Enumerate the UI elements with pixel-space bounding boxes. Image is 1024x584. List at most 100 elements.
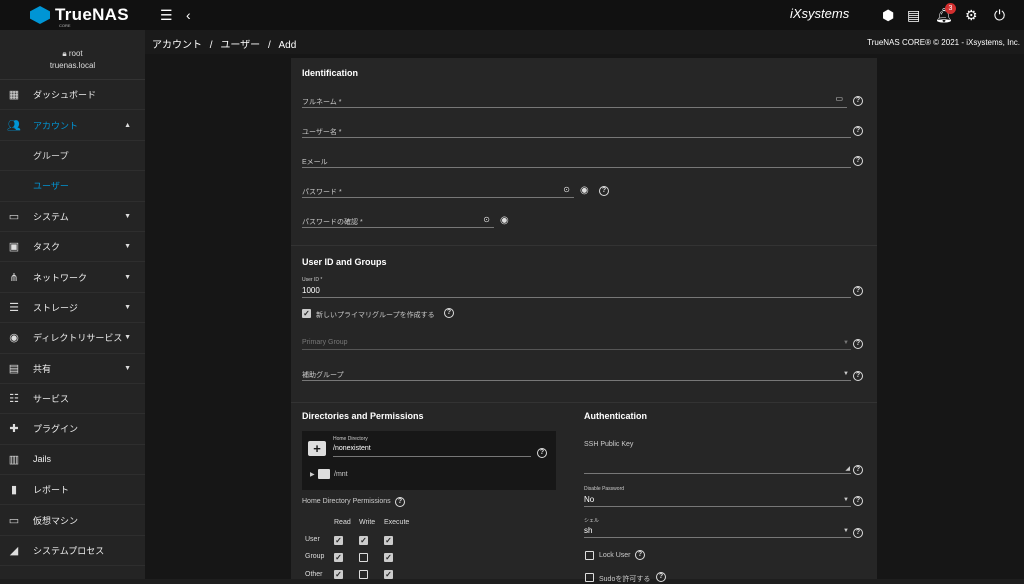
visibility-off-icon[interactable]: ◉ (580, 185, 589, 196)
sidebar-item[interactable]: グループ (0, 141, 145, 172)
aux-groups-help-icon[interactable]: ? (853, 371, 863, 381)
folder-add-icon[interactable]: + (308, 441, 326, 456)
permissions-help-icon[interactable]: ? (395, 497, 405, 507)
directory-icon: ◉ (9, 332, 19, 345)
disable-password-help-icon[interactable]: ? (853, 496, 863, 506)
user-execute-checkbox[interactable]: ✓ (384, 536, 393, 545)
primary-group-select[interactable]: Primary Group ▼ (302, 336, 851, 350)
key-icon: ⊙ (483, 215, 490, 224)
visibility-off-icon[interactable]: ◉ (500, 215, 509, 226)
tune-icon: ☷ (9, 393, 19, 406)
ixsystems-logo[interactable]: iXsystems (790, 6, 849, 21)
sidebar-item[interactable]: ✚ プラグイン (0, 414, 145, 445)
uid-help-icon[interactable]: ? (853, 286, 863, 296)
notification-count-badge: 3 (945, 3, 956, 14)
shell-select[interactable]: sh ▼ (584, 524, 851, 538)
other-execute-checkbox[interactable]: ✓ (384, 570, 393, 579)
sidebar-item[interactable]: ▦ ダッシュボード (0, 80, 145, 111)
uid-label: User ID * (302, 277, 323, 283)
primary-group-help-icon[interactable]: ? (853, 339, 863, 349)
truenas-logo[interactable]: TrueNAS CORE (30, 5, 129, 28)
sidebar-item[interactable]: ▭ システム ▼ (0, 202, 145, 232)
menu-icon[interactable]: ☰ (160, 6, 173, 24)
sidebar-item[interactable]: ⋔ ネットワーク ▼ (0, 262, 145, 293)
lock-user-help-icon[interactable]: ? (635, 550, 645, 560)
sidebar-item[interactable]: ▣ タスク ▼ (0, 232, 145, 263)
sidebar-item[interactable]: ▥ Jails (0, 445, 145, 476)
email-field[interactable]: Eメール (302, 154, 851, 168)
sudo-help-icon[interactable]: ? (656, 572, 666, 582)
sidebar-item[interactable]: ☰ ストレージ ▼ (0, 293, 145, 324)
uid-field[interactable]: 1000 (302, 284, 851, 298)
col-execute: Execute (384, 519, 410, 526)
lock-user-label: Lock User (599, 552, 631, 559)
shell-help-icon[interactable]: ? (853, 528, 863, 538)
group-read-checkbox[interactable]: ✓ (334, 553, 343, 562)
sidebar-item[interactable]: ユーザー (0, 171, 145, 202)
create-group-label: 新しいプライマリグループを作成する (316, 312, 435, 319)
email-label: Eメール (302, 159, 328, 166)
resize-handle-icon[interactable]: ◢ (845, 465, 850, 472)
fullname-help-icon[interactable]: ? (853, 96, 863, 106)
user-info: 🔒︎ root truenas.local (0, 30, 145, 80)
breadcrumb-accounts[interactable]: アカウント (152, 40, 202, 51)
create-group-help-icon[interactable]: ? (444, 308, 454, 318)
sidebar-item[interactable]: ▭ 仮想マシン (0, 505, 145, 536)
password-help-icon[interactable]: ? (599, 186, 609, 196)
breadcrumb-add: Add (278, 40, 297, 51)
section-divider (291, 402, 877, 403)
power-icon[interactable]: ⏻ (994, 6, 1005, 24)
password-confirm-label: パスワードの確認 * (302, 219, 363, 226)
puzzle-icon: ✚ (9, 423, 19, 436)
sudo-checkbox[interactable] (585, 573, 594, 582)
user-write-checkbox[interactable]: ✓ (359, 536, 368, 545)
aux-groups-select[interactable]: 補助グループ ▼ (302, 367, 851, 381)
sidebar-item-label: サービス (33, 394, 70, 405)
truecommand-icon[interactable]: ⬢ (882, 6, 894, 24)
chevron-down-icon: ▼ (124, 303, 131, 311)
password-field[interactable]: パスワード * ⊙ (302, 184, 574, 198)
sidebar-item[interactable]: 👥︎ アカウント ▲ (0, 110, 145, 141)
sidebar-item[interactable]: ▤ 共有 ▼ (0, 354, 145, 384)
breadcrumb-users[interactable]: ユーザー (220, 40, 260, 51)
ssh-key-textarea[interactable]: ◢ (584, 460, 851, 474)
storage-icon: ☰ (9, 301, 19, 314)
sidebar-item-label: レポート (33, 485, 70, 496)
network-icon: ⋔ (9, 271, 19, 284)
sidebar-item-label: ユーザー (33, 181, 69, 192)
sidebar-item[interactable]: ◢ システムプロセス (0, 536, 145, 567)
back-chevron-icon[interactable]: ‹ (186, 6, 191, 24)
group-write-checkbox[interactable] (359, 553, 368, 562)
sidebar-item[interactable]: ☷ サービス (0, 384, 145, 415)
user-read-checkbox[interactable]: ✓ (334, 536, 343, 545)
chevron-down-icon: ▼ (124, 334, 131, 342)
password-confirm-field[interactable]: パスワードの確認 * ⊙ (302, 214, 494, 228)
settings-gear-icon[interactable]: ⚙ (965, 6, 978, 24)
other-read-checkbox[interactable]: ✓ (334, 570, 343, 579)
create-group-checkbox[interactable]: ✓ (302, 309, 311, 318)
row-group: Group (305, 553, 325, 560)
tree-item-mnt[interactable]: /mnt (334, 471, 348, 478)
dropdown-arrow-icon: ▼ (843, 528, 849, 534)
lock-user-checkbox[interactable] (585, 551, 594, 560)
username-help-icon[interactable]: ? (853, 126, 863, 136)
sidebar-item[interactable]: ▮ レポート (0, 475, 145, 506)
home-directory-help-icon[interactable]: ? (537, 448, 547, 458)
dropdown-arrow-icon: ▼ (843, 340, 849, 346)
col-write: Write (359, 519, 376, 526)
fullname-field[interactable]: フルネーム * ▭ (302, 94, 847, 108)
expand-arrow-icon[interactable]: ▶ (310, 471, 315, 478)
col-read: Read (334, 519, 351, 526)
dropdown-arrow-icon: ▼ (843, 371, 849, 377)
home-directory-field[interactable]: /nonexistent (333, 443, 531, 457)
ssh-key-help-icon[interactable]: ? (853, 465, 863, 475)
copyright-text: TrueNAS CORE® © 2021 - iXsystems, Inc. (867, 38, 1020, 47)
disable-password-select[interactable]: No ▼ (584, 493, 851, 507)
other-write-checkbox[interactable] (359, 570, 368, 579)
email-help-icon[interactable]: ? (853, 156, 863, 166)
sidebar-item-label: ネットワーク (33, 272, 88, 283)
sidebar-item[interactable]: ◉ ディレクトリサービス ▼ (0, 323, 145, 354)
username-field[interactable]: ユーザー名 * (302, 124, 851, 138)
task-manager-icon[interactable]: ▤ (907, 6, 920, 24)
group-execute-checkbox[interactable]: ✓ (384, 553, 393, 562)
